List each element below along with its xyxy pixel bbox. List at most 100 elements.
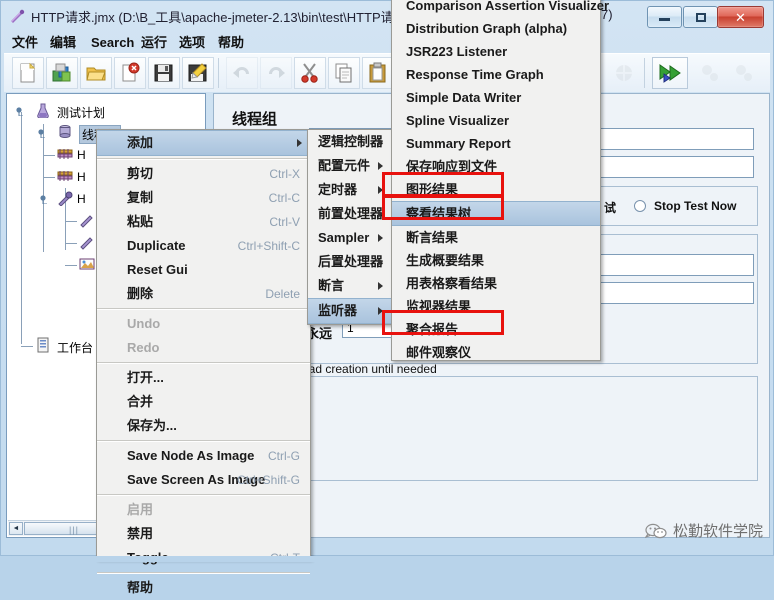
toolbar-open-button[interactable] [80, 57, 112, 89]
listener-item-aggregate-report[interactable]: 聚合报告 [392, 318, 600, 341]
menu-item-open[interactable]: 打开... [97, 366, 310, 390]
toolbar-templates-button[interactable] [46, 57, 78, 89]
tree-line-thread [43, 124, 44, 252]
chevron-right-icon [297, 139, 302, 147]
stop-test-now-radio[interactable] [634, 200, 646, 212]
view-results-tree-icon [79, 258, 95, 270]
maximize-icon [684, 7, 717, 27]
listener-item-summary-report[interactable]: Summary Report [392, 132, 600, 155]
menubar-item-help[interactable]: 帮助 [215, 34, 247, 51]
listener-item-jsr223-listener[interactable]: JSR223 Listener [392, 40, 600, 63]
menu-bar: 文件 编辑 Search 运行 选项 帮助 [1, 31, 773, 53]
menu-item-delete[interactable]: 删除 Delete [97, 282, 310, 306]
watermark: 松勤软件学院 [644, 520, 763, 541]
chevron-right-icon [378, 210, 383, 218]
scroll-left-arrow-icon[interactable]: ◄ [9, 522, 23, 535]
close-x-icon: ✕ [735, 9, 746, 25]
menu-item-save-node-as-image[interactable]: Save Node As Image Ctrl-G [97, 444, 310, 468]
listener-item-generate-summary-results[interactable]: 生成概要结果 [392, 249, 600, 272]
menu-item-merge[interactable]: 合并 [97, 390, 310, 414]
tree-context-menu[interactable]: 添加 剪切 Ctrl-X 复制 Ctrl-C 粘贴 Ctrl-V Duplica… [96, 129, 311, 595]
submenu-item-sampler[interactable]: Sampler [308, 226, 391, 250]
tree-node-label-test-plan: 测试计划 [57, 106, 106, 120]
tree-expand-handle-icon[interactable] [16, 107, 25, 116]
submenu-item-post-processor[interactable]: 后置处理器 [308, 250, 391, 274]
toolbar-save-as-button[interactable] [182, 57, 214, 89]
listener-item-distribution-graph[interactable]: Distribution Graph (alpha) [392, 17, 600, 40]
listener-item-spline-visualizer[interactable]: Spline Visualizer [392, 109, 600, 132]
menu-item-add[interactable]: 添加 [97, 130, 310, 156]
menubar-item-search[interactable]: Search [88, 34, 137, 51]
timer-icon [58, 191, 73, 207]
minimize-button[interactable] [647, 6, 682, 28]
menubar-item-options[interactable]: 选项 [176, 34, 208, 51]
listener-item-view-results-tree[interactable]: 察看结果树 [392, 201, 600, 226]
panel-heading: 线程组 [232, 111, 278, 128]
toolbar-paste-button[interactable] [362, 57, 394, 89]
submenu-item-timer[interactable]: 定时器 [308, 178, 391, 202]
toolbar-cut-button[interactable] [294, 57, 326, 89]
menu-item-disable[interactable]: 禁用 [97, 522, 310, 546]
tree-expand-handle-icon[interactable] [38, 129, 47, 138]
menu-item-duplicate[interactable]: Duplicate Ctrl+Shift-C [97, 234, 310, 258]
submenu-item-config-element[interactable]: 配置元件 [308, 154, 391, 178]
chevron-right-icon [378, 234, 383, 242]
listener-item-assertion-results[interactable]: 断言结果 [392, 226, 600, 249]
submenu-item-assertion[interactable]: 断言 [308, 274, 391, 298]
listener-item-comparison-assertion-visualizer[interactable]: Comparison Assertion Visualizer [392, 0, 609, 17]
menu-separator-4 [97, 440, 310, 442]
jmeter-window: HTTP请求.jmx (D:\B_工具\apache-jmeter-2.13\b… [0, 0, 774, 595]
listener-item-graph-results[interactable]: 图形结果 [392, 178, 600, 201]
menu-separator-2 [97, 308, 310, 310]
menu-item-help[interactable]: 帮助 [97, 576, 310, 600]
listener-item-mailer-visualizer[interactable]: 邮件观察仪 [392, 341, 600, 364]
toolbar-collapse-button [608, 57, 640, 89]
close-button[interactable]: ✕ [717, 6, 764, 28]
toolbar-start-button[interactable] [652, 57, 688, 89]
toolbar-start-no-pause-button [694, 57, 726, 89]
listener-submenu[interactable]: Comparison Assertion Visualizer Distribu… [391, 0, 609, 364]
save-as-icon [188, 63, 207, 82]
thread-group-icon [59, 125, 71, 138]
start-no-pause-icon [702, 65, 718, 81]
toolbar-new-button[interactable] [12, 57, 44, 89]
maximize-button[interactable] [683, 6, 718, 28]
chevron-right-icon [378, 186, 383, 194]
listener-icon [80, 237, 93, 250]
http-request-icon [57, 171, 73, 181]
menu-item-paste[interactable]: 粘贴 Ctrl-V [97, 210, 310, 234]
test-plan-icon [37, 103, 49, 119]
menubar-item-run[interactable]: 运行 [138, 34, 170, 51]
submenu-item-pre-processor[interactable]: 前置处理器 [308, 202, 391, 226]
listener-item-response-time-graph[interactable]: Response Time Graph [392, 63, 600, 86]
listener-item-save-responses-to-file[interactable]: 保存响应到文件 [392, 155, 600, 178]
templates-icon [52, 63, 71, 82]
menu-separator-1 [97, 158, 310, 160]
paste-icon [369, 62, 386, 83]
listener-item-monitor-results[interactable]: 监视器结果 [392, 295, 600, 318]
menu-separator-5 [97, 494, 310, 496]
menubar-item-file[interactable]: 文件 [9, 34, 41, 51]
listener-item-simple-data-writer[interactable]: Simple Data Writer [392, 86, 600, 109]
submenu-item-listener[interactable]: 监听器 [308, 298, 391, 324]
menu-item-reset-gui[interactable]: Reset Gui [97, 258, 310, 282]
tree-node-label-3: H [77, 192, 86, 206]
menu-item-save-as[interactable]: 保存为... [97, 414, 310, 438]
delayed-thread-hint: ead creation until needed [302, 362, 437, 376]
menu-item-copy[interactable]: 复制 Ctrl-C [97, 186, 310, 210]
toolbar-save-button[interactable] [148, 57, 180, 89]
chevron-right-icon [378, 307, 383, 315]
jmeter-feather-icon [9, 8, 25, 24]
listener-item-view-results-in-table[interactable]: 用表格察看结果 [392, 272, 600, 295]
toolbar-copy-button[interactable] [328, 57, 360, 89]
tree-expand-handle-icon[interactable] [40, 195, 49, 204]
submenu-item-logic-controller[interactable]: 逻辑控制器 [308, 130, 391, 154]
toolbar-close-button[interactable] [114, 57, 146, 89]
menubar-item-edit[interactable]: 编辑 [47, 34, 79, 51]
menu-separator-6 [97, 572, 310, 574]
tree-node-label-workbench: 工作台 [57, 341, 94, 355]
wechat-icon [644, 523, 667, 538]
add-submenu[interactable]: 逻辑控制器 配置元件 定时器 前置处理器 Sampler 后置处理器 断言 监听… [307, 129, 392, 325]
menu-item-save-screen-as-image[interactable]: Save Screen As Image Ctrl+Shift-G [97, 468, 310, 492]
menu-item-cut[interactable]: 剪切 Ctrl-X [97, 162, 310, 186]
